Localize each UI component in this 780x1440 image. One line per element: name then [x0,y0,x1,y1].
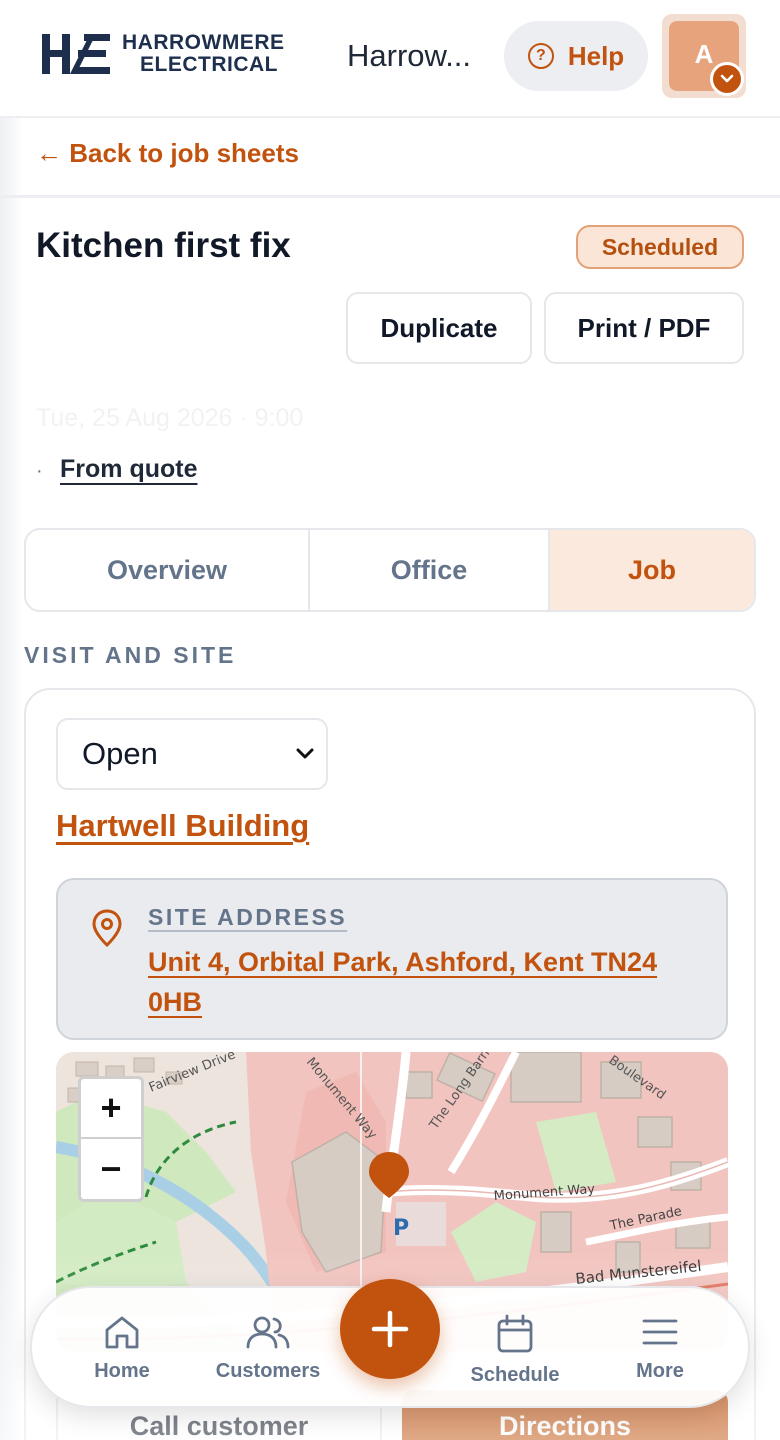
app-name: Harrow... [347,38,472,73]
home-icon [105,1316,139,1349]
chevron-down-icon[interactable] [710,62,744,96]
visit-status-select[interactable]: Open [56,718,328,790]
nav-schedule[interactable]: Schedule [450,1314,580,1387]
duplicate-button[interactable]: Duplicate [346,292,532,364]
logo-mark-icon [42,34,110,74]
visit-status-value: Open [82,736,158,771]
chevron-down-icon [296,748,314,759]
site-address-box: SITE ADDRESS Unit 4, Orbital Park, Ashfo… [56,878,728,1040]
left-edge-shade [0,0,22,1440]
plus-icon [371,1310,409,1348]
tab-job[interactable]: Job [550,530,754,610]
meta-bullet: · [36,460,43,482]
from-quote-link[interactable]: From quote [60,455,198,484]
nav-home-label: Home [94,1360,150,1382]
menu-icon [642,1319,678,1345]
tab-overview[interactable]: Overview [26,530,310,610]
help-icon: ? [527,43,554,69]
nav-home[interactable]: Home [57,1314,187,1383]
site-address-link[interactable]: Unit 4, Orbital Park, Ashford, Kent TN24… [148,942,708,1022]
print-pdf-button[interactable]: Print / PDF [544,292,744,364]
map-parking-label: P [393,1216,409,1241]
location-pin-icon [92,909,122,948]
site-name-link[interactable]: Hartwell Building [56,808,309,844]
status-badge: Scheduled [576,225,744,269]
page-title: Kitchen first fix [36,226,291,265]
help-button[interactable]: ? Help [504,21,648,91]
help-label: Help [567,40,625,71]
calendar-icon [497,1314,533,1353]
site-address-label: SITE ADDRESS [148,904,348,930]
back-bar: ← Back to job sheets [0,118,780,198]
nav-more[interactable]: More [595,1314,725,1383]
section-heading: VISIT AND SITE [24,642,237,668]
add-new-button[interactable] [340,1279,440,1379]
zoom-out-button[interactable]: − [81,1139,141,1199]
logo-text: HARROWMERE ELECTRICAL [122,32,285,76]
logo-line-1: HARROWMERE [122,31,285,54]
nav-schedule-label: Schedule [470,1364,560,1386]
users-icon [246,1316,290,1349]
nav-more-label: More [636,1360,684,1382]
tab-office[interactable]: Office [310,530,550,610]
back-to-job-sheets-link[interactable]: ← Back to job sheets [36,138,299,169]
job-date-time: Tue, 25 Aug 2026 · 9:00 [36,404,304,432]
job-tabs: Overview Office Job [24,528,756,612]
nav-customers[interactable]: Customers [203,1314,333,1383]
app-header: HARROWMERE ELECTRICAL Harrow... ? Help A [0,0,780,118]
logo-line-2: ELECTRICAL [140,53,278,76]
company-logo[interactable]: HARROWMERE ELECTRICAL [40,30,285,78]
map-zoom-control: + − [78,1076,144,1202]
nav-customers-label: Customers [215,1360,321,1382]
zoom-in-button[interactable]: + [81,1079,141,1139]
